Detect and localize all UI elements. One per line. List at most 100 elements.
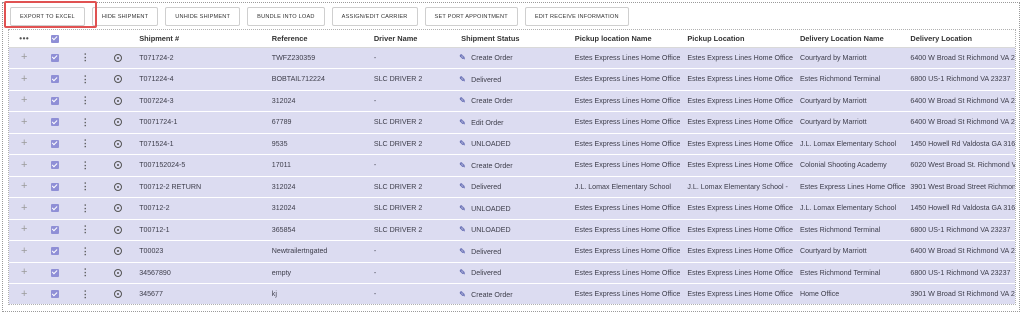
expand-cell[interactable]: + xyxy=(9,198,40,220)
row-checkbox[interactable] xyxy=(50,247,59,256)
row-checkbox[interactable] xyxy=(50,161,59,170)
plus-icon[interactable]: + xyxy=(21,266,27,278)
assign-edit-carrier-button[interactable]: ASSIGN/EDIT CARRIER xyxy=(331,7,418,26)
select-cell[interactable] xyxy=(40,133,71,155)
select-cell[interactable] xyxy=(40,112,71,134)
plus-icon[interactable]: + xyxy=(21,245,27,257)
more-vertical-icon[interactable]: ⋮ xyxy=(81,181,90,191)
target-icon[interactable] xyxy=(113,204,122,213)
select-cell[interactable] xyxy=(40,262,71,284)
row-menu-cell[interactable]: ⋮ xyxy=(70,155,101,177)
plus-icon[interactable]: + xyxy=(21,137,27,149)
more-vertical-icon[interactable]: ⋮ xyxy=(81,138,90,148)
row-checkbox[interactable] xyxy=(50,118,59,127)
target-icon[interactable] xyxy=(113,182,122,191)
table-row[interactable]: + ⋮ T071224-4 BOBTAIL712224 SLC DRIVER 2 ✎ Del… xyxy=(9,68,1015,91)
column-header-delivery-location[interactable]: Delivery Location xyxy=(906,30,1015,48)
locate-cell[interactable] xyxy=(101,155,136,177)
row-checkbox[interactable] xyxy=(50,96,59,105)
pencil-icon[interactable]: ✎ xyxy=(459,139,471,148)
row-menu-cell[interactable]: ⋮ xyxy=(70,133,101,155)
locate-cell[interactable] xyxy=(101,176,136,198)
target-icon[interactable] xyxy=(113,96,122,105)
select-cell[interactable] xyxy=(40,198,71,220)
pencil-icon[interactable]: ✎ xyxy=(459,53,471,62)
pencil-icon[interactable]: ✎ xyxy=(459,161,471,170)
pencil-icon[interactable]: ✎ xyxy=(459,225,471,234)
row-checkbox[interactable] xyxy=(50,75,59,84)
row-menu-cell[interactable]: ⋮ xyxy=(70,176,101,198)
select-cell[interactable] xyxy=(40,176,71,198)
more-vertical-icon[interactable]: ⋮ xyxy=(81,117,90,127)
more-vertical-icon[interactable]: ⋮ xyxy=(81,224,90,234)
more-vertical-icon[interactable]: ⋮ xyxy=(81,95,90,105)
locate-cell[interactable] xyxy=(101,90,136,112)
more-vertical-icon[interactable]: ⋮ xyxy=(81,246,90,256)
table-row[interactable]: + ⋮ T00712-2 312024 SLC DRIVER 2 ✎ UNLOADED Est… xyxy=(9,197,1015,220)
more-vertical-icon[interactable]: ⋮ xyxy=(81,160,90,170)
pencil-icon[interactable]: ✎ xyxy=(459,75,471,84)
locate-cell[interactable] xyxy=(101,112,136,134)
export-to-excel-button[interactable]: EXPORT TO EXCEL xyxy=(10,7,85,26)
pencil-icon[interactable]: ✎ xyxy=(459,182,471,191)
more-vertical-icon[interactable]: ⋮ xyxy=(81,52,90,62)
locate-cell[interactable] xyxy=(101,133,136,155)
expand-cell[interactable]: + xyxy=(9,47,40,69)
pencil-icon[interactable]: ✎ xyxy=(459,118,471,127)
expand-cell[interactable]: + xyxy=(9,90,40,112)
select-cell[interactable] xyxy=(40,90,71,112)
more-vertical-icon[interactable]: ⋮ xyxy=(81,289,90,299)
table-row[interactable]: + ⋮ T007152024-5 17011- ✎ Create Order Estes E… xyxy=(9,154,1015,177)
target-icon[interactable] xyxy=(113,53,122,62)
table-row[interactable]: + ⋮ 34567890 empty - ✎ Delivered Estes Express … xyxy=(9,262,1015,284)
target-icon[interactable] xyxy=(113,268,122,277)
target-icon[interactable] xyxy=(113,290,122,299)
table-row[interactable]: + ⋮ T00712-1 365854 SLC DRIVER 2 ✎ UNLOADED Est… xyxy=(9,219,1015,241)
set-port-appointment-button[interactable]: SET PORT APPOINTMENT xyxy=(424,7,518,26)
row-menu-cell[interactable]: ⋮ xyxy=(70,112,101,134)
locate-cell[interactable] xyxy=(101,47,136,69)
select-cell[interactable] xyxy=(40,219,71,241)
expand-cell[interactable]: + xyxy=(9,241,40,263)
select-all-cell[interactable] xyxy=(39,30,70,48)
table-row[interactable]: + ⋮ 345677 kj - ✎ Create Order Estes Express Li… xyxy=(9,283,1015,305)
expand-cell[interactable]: + xyxy=(9,112,40,134)
select-all-checkbox[interactable] xyxy=(50,34,59,43)
plus-icon[interactable]: + xyxy=(21,223,27,235)
select-cell[interactable] xyxy=(40,155,71,177)
locate-cell[interactable] xyxy=(101,284,136,305)
row-checkbox[interactable] xyxy=(50,139,59,148)
row-checkbox[interactable] xyxy=(50,225,59,234)
table-row[interactable]: + ⋮ T00712-2 RETURN 312024 SLC DRIVER 2 ✎ Deli… xyxy=(9,176,1015,198)
column-header-delivery-location-name[interactable]: Delivery Location Name xyxy=(795,30,907,48)
pencil-icon[interactable]: ✎ xyxy=(459,268,471,277)
more-vertical-icon[interactable]: ⋮ xyxy=(81,203,90,213)
target-icon[interactable] xyxy=(113,118,122,127)
row-menu-cell[interactable]: ⋮ xyxy=(70,284,101,305)
plus-icon[interactable]: + xyxy=(21,94,27,106)
plus-icon[interactable]: + xyxy=(21,159,27,171)
hide-shipment-button[interactable]: HIDE SHIPMENT xyxy=(91,7,159,26)
locate-cell[interactable] xyxy=(101,219,136,241)
locate-cell[interactable] xyxy=(101,69,136,91)
column-header-shipment-status[interactable]: Shipment Status xyxy=(457,30,571,48)
column-header-reference[interactable]: Reference xyxy=(267,30,370,48)
select-cell[interactable] xyxy=(40,69,71,91)
column-header-driver-name[interactable]: Driver Name xyxy=(369,30,458,48)
target-icon[interactable] xyxy=(113,225,122,234)
column-header-pickup-location-name[interactable]: Pickup location Name xyxy=(570,30,684,48)
locate-cell[interactable] xyxy=(101,241,136,263)
select-cell[interactable] xyxy=(40,47,71,69)
expand-cell[interactable]: + xyxy=(9,133,40,155)
more-vertical-icon[interactable]: ⋮ xyxy=(81,267,90,277)
row-checkbox[interactable] xyxy=(50,268,59,277)
more-horizontal-icon[interactable]: ••• xyxy=(19,34,29,43)
target-icon[interactable] xyxy=(113,247,122,256)
expand-cell[interactable]: + xyxy=(9,262,40,284)
row-checkbox[interactable] xyxy=(50,204,59,213)
plus-icon[interactable]: + xyxy=(21,180,27,192)
unhide-shipment-button[interactable]: UNHIDE SHIPMENT xyxy=(165,7,241,26)
target-icon[interactable] xyxy=(113,139,122,148)
column-header-pickup-location[interactable]: Pickup Location xyxy=(683,30,796,48)
expand-cell[interactable]: + xyxy=(9,284,40,305)
